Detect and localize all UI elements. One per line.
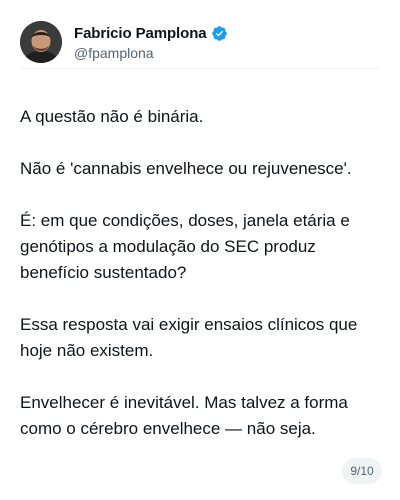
- author-name-row: Fabricio Pamplona: [74, 24, 228, 44]
- avatar-photo-icon: [20, 21, 62, 63]
- post-paragraph: Envelhecer é inevitável. Mas talvez a fo…: [20, 393, 348, 438]
- post-paragraph: Essa resposta vai exigir ensaios clínico…: [20, 315, 358, 360]
- post-body: A questão não é binária. Não é 'cannabis…: [20, 104, 382, 468]
- post-header: Fabricio Pamplona @fpamplona: [20, 16, 380, 68]
- post-paragraph: É: em que condições, doses, janela etári…: [20, 211, 350, 282]
- post-paragraph: A questão não é binária.: [20, 107, 204, 126]
- verified-badge-icon: [211, 25, 228, 42]
- avatar[interactable]: [20, 21, 62, 63]
- thread-position-badge: 9/10: [342, 458, 382, 484]
- author-name[interactable]: Fabricio Pamplona: [74, 25, 207, 42]
- header-divider: [20, 68, 380, 69]
- author-handle[interactable]: @fpamplona: [74, 45, 228, 61]
- author-identity: Fabricio Pamplona @fpamplona: [74, 24, 228, 61]
- post-paragraph: Não é 'cannabis envelhece ou rejuvenesce…: [20, 159, 352, 178]
